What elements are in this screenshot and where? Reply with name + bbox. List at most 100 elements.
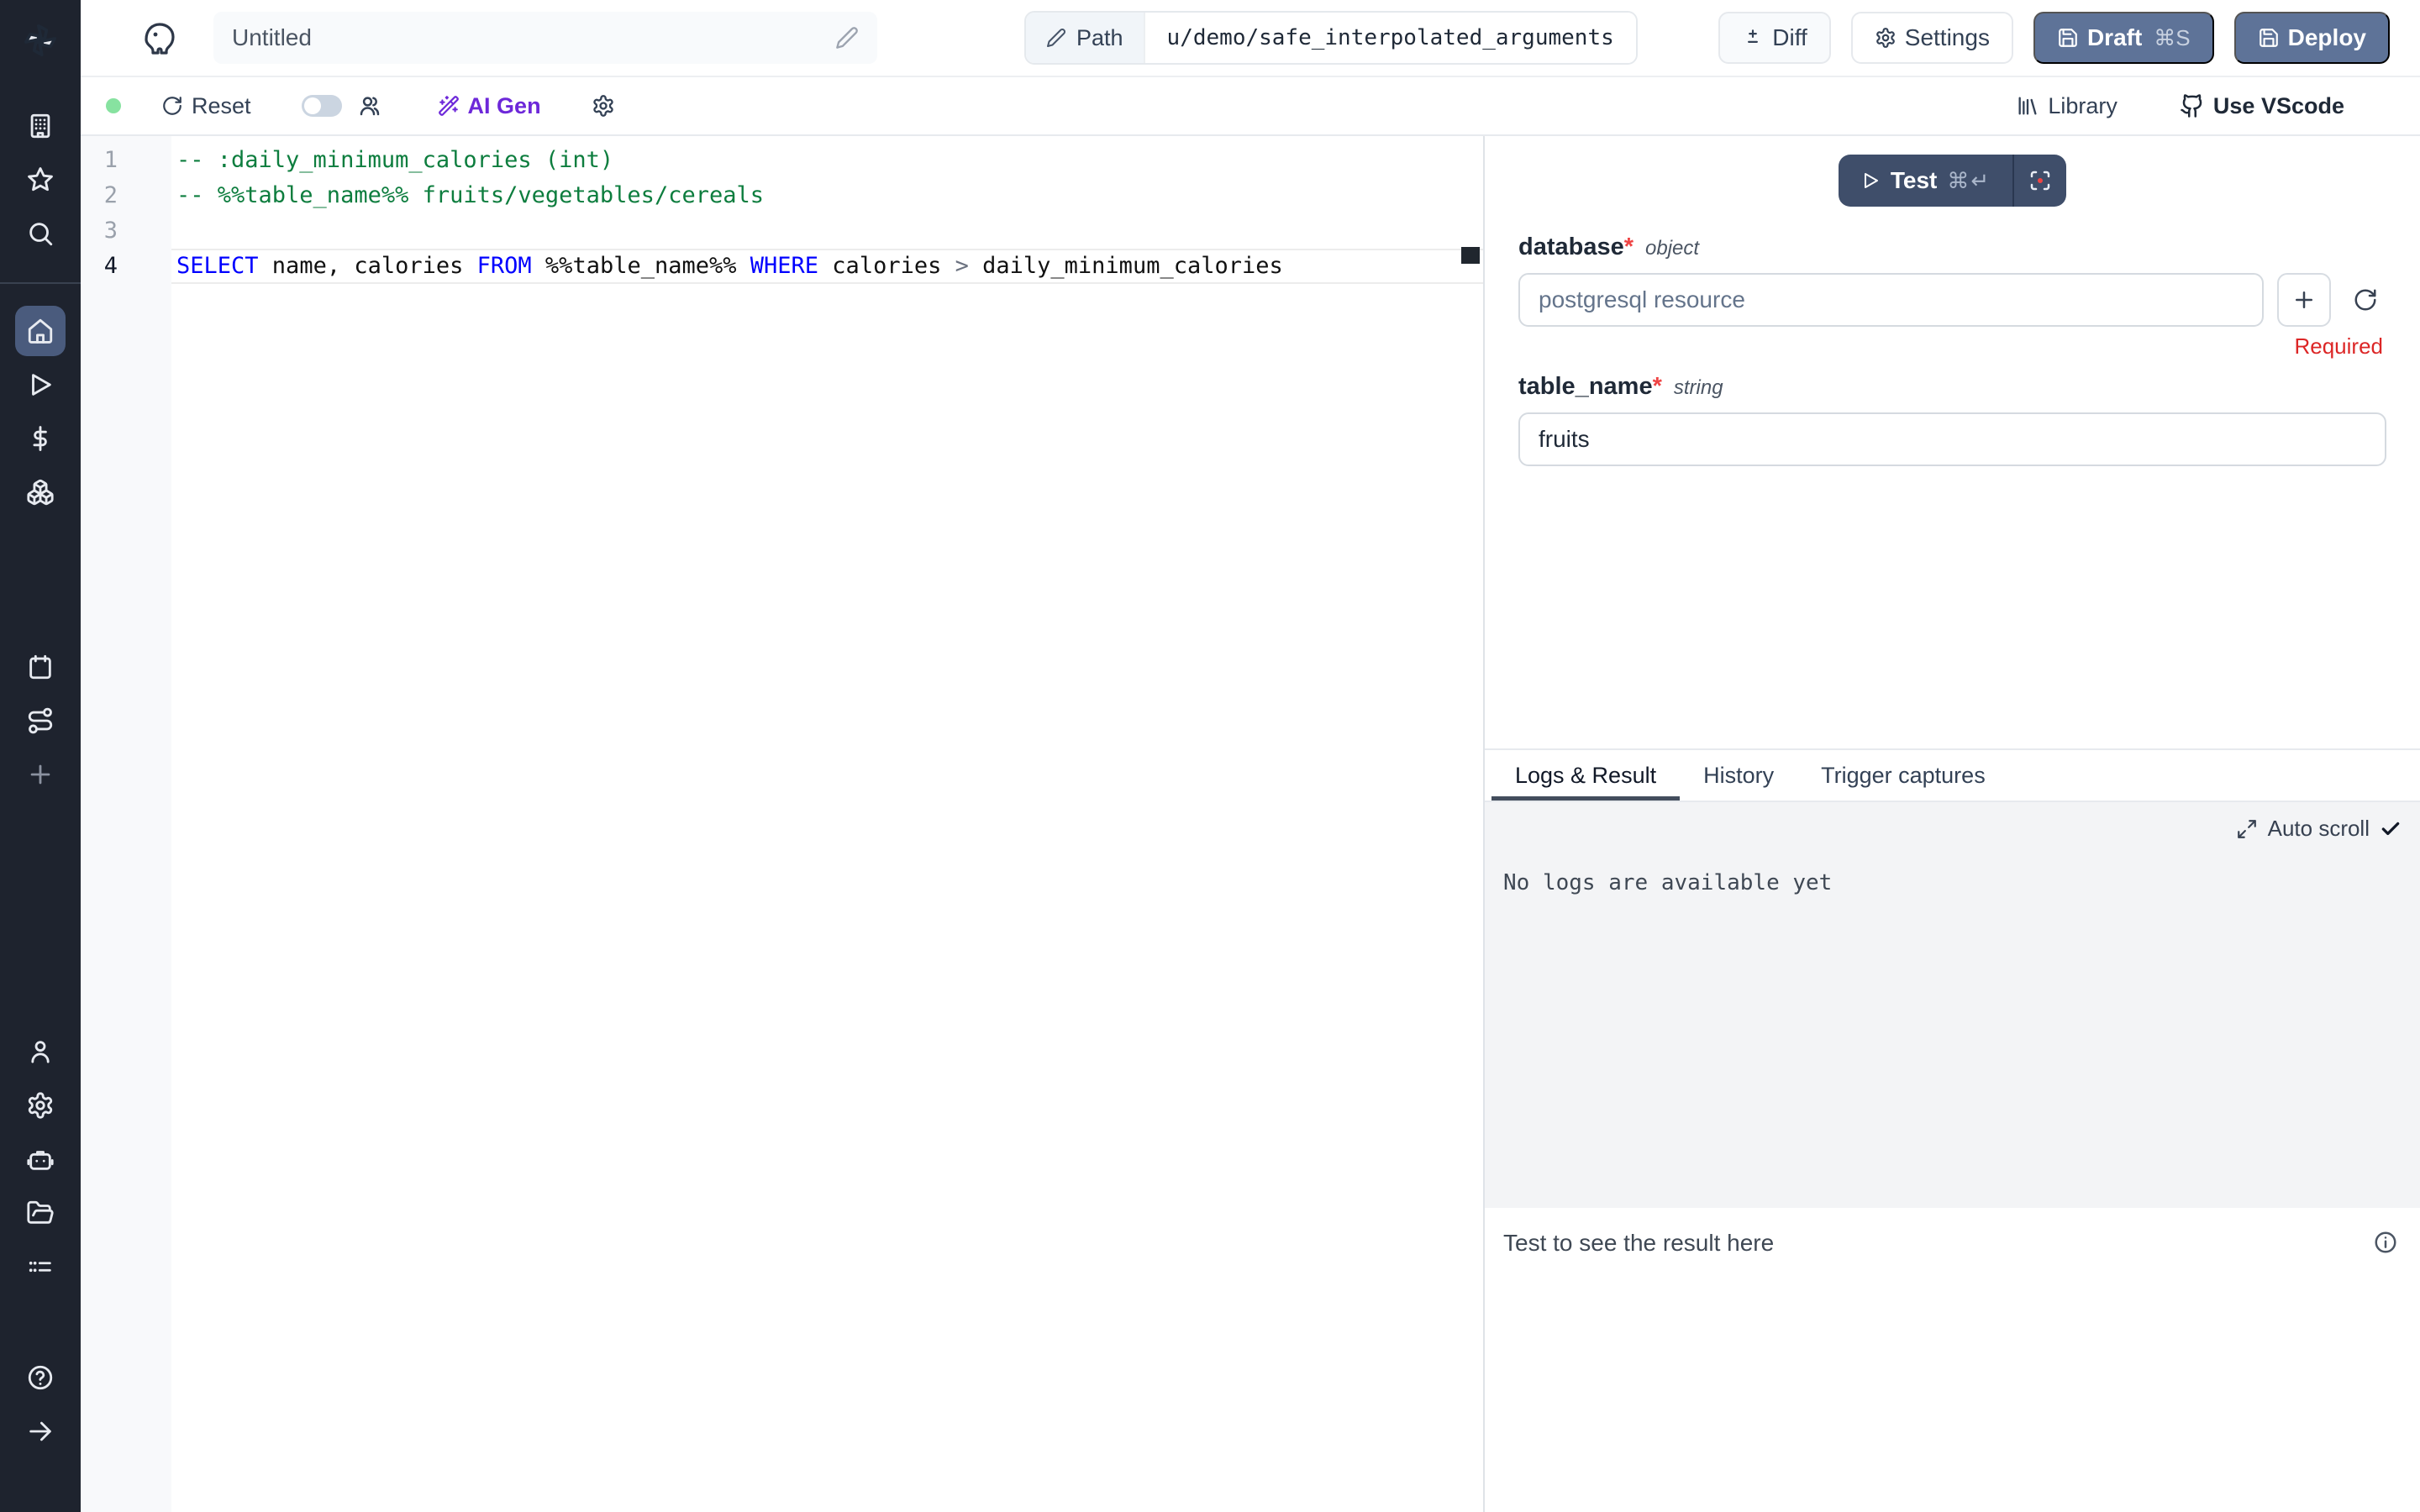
overview-ruler-mark — [1461, 247, 1480, 264]
edit-title-pencil-icon[interactable] — [835, 26, 859, 50]
plus-icon[interactable] — [15, 749, 66, 800]
capture-button[interactable] — [2014, 155, 2066, 207]
database-field-label: database* — [1518, 234, 1634, 261]
arguments-form: database* object R — [1485, 220, 2420, 466]
building-icon[interactable] — [15, 101, 66, 151]
draft-shortcut: ⌘S — [2154, 25, 2190, 51]
sidebar-divider — [0, 282, 81, 284]
sql-keyword: WHERE — [750, 253, 818, 279]
collapse-arrow-icon[interactable] — [15, 1406, 66, 1457]
topbar: Untitled Path u/demo/safe_interpolated_a… — [81, 0, 2420, 77]
code-comment: -- :daily_minimum_calories (int) — [176, 147, 613, 173]
calendar-icon[interactable] — [15, 642, 66, 692]
use-vscode-button[interactable]: Use VScode — [2180, 93, 2344, 119]
database-required-error: Required — [1518, 333, 2386, 360]
sql-keyword: FROM — [477, 253, 532, 279]
code-comment: -- %%table_name%% fruits/vegetables/cere… — [176, 182, 764, 208]
expand-logs-icon[interactable] — [2236, 818, 2258, 840]
tab-history[interactable]: History — [1680, 750, 1797, 801]
reset-refresh-icon — [161, 95, 183, 117]
auto-scroll-label: Auto scroll — [2268, 816, 2370, 842]
add-resource-button[interactable] — [2277, 273, 2331, 327]
database-field-type: object — [1645, 237, 1699, 260]
tab-trigger-captures[interactable]: Trigger captures — [1797, 750, 2009, 801]
settings-button[interactable]: Settings — [1851, 12, 2013, 64]
code-editor[interactable]: 1 2 3 4 -- :daily_minimum_calories (int)… — [81, 136, 1483, 1512]
windmill-logo[interactable] — [0, 0, 81, 81]
test-panel: Test ⌘↵ database* object — [1483, 136, 2420, 1512]
ai-gen-label: AI Gen — [468, 93, 541, 119]
status-dot — [106, 98, 121, 113]
home-icon[interactable] — [15, 306, 66, 356]
play-icon — [1860, 171, 1881, 191]
library-icon — [2016, 94, 2039, 118]
left-sidebar — [0, 0, 81, 1512]
script-settings-gear-icon[interactable] — [592, 94, 615, 118]
path-chip[interactable]: Path u/demo/safe_interpolated_arguments — [1024, 11, 1638, 65]
table-name-input[interactable] — [1518, 412, 2386, 466]
wand-sparkles-icon — [438, 95, 460, 117]
script-title: Untitled — [232, 24, 312, 51]
boxes-icon[interactable] — [15, 467, 66, 517]
ai-gen-button[interactable]: AI Gen — [438, 93, 541, 119]
settings-gear-icon — [1875, 27, 1897, 49]
search-icon[interactable] — [15, 208, 66, 259]
sql-keyword: SELECT — [176, 253, 259, 279]
logs-pane: Auto scroll No logs are available yet — [1485, 802, 2420, 1208]
code-current-line: SELECT name, calories FROM %%table_name%… — [171, 249, 1483, 284]
robot-icon[interactable] — [15, 1134, 66, 1184]
app-root: Untitled Path u/demo/safe_interpolated_a… — [0, 0, 2420, 1512]
postgresql-icon — [139, 18, 180, 58]
edit-path-pencil-icon — [1046, 28, 1066, 48]
auto-scroll-checkbox[interactable] — [2380, 818, 2402, 840]
result-tabs: Logs & Result History Trigger captures — [1485, 748, 2420, 802]
use-vscode-label: Use VScode — [2213, 93, 2344, 119]
sql-text: daily_minimum_calories — [969, 253, 1283, 279]
tab-logs-result[interactable]: Logs & Result — [1491, 750, 1680, 801]
draft-label: Draft — [2087, 24, 2142, 51]
table-name-field-label: table_name* — [1518, 373, 1662, 401]
assistant-toggle[interactable] — [302, 95, 342, 117]
result-pane: Test to see the result here — [1485, 1208, 2420, 1512]
settings-label: Settings — [1905, 24, 1990, 51]
library-button[interactable]: Library — [2016, 93, 2118, 119]
save-icon — [2258, 27, 2280, 49]
diff-icon — [1742, 27, 1764, 49]
github-icon — [2180, 93, 2205, 118]
star-icon[interactable] — [15, 155, 66, 205]
route-icon[interactable] — [15, 696, 66, 746]
required-asterisk: * — [1624, 234, 1634, 260]
folder-open-icon[interactable] — [15, 1188, 66, 1238]
users-icon[interactable] — [357, 93, 382, 118]
deploy-button[interactable]: Deploy — [2234, 12, 2390, 64]
sql-operator: > — [955, 253, 969, 279]
runs-play-icon[interactable] — [15, 360, 66, 410]
help-icon[interactable] — [15, 1352, 66, 1403]
database-input[interactable] — [1518, 273, 2264, 327]
info-icon[interactable] — [2373, 1230, 2398, 1255]
line-number-current: 4 — [81, 249, 171, 284]
refresh-resources-button[interactable] — [2344, 273, 2386, 327]
dollar-icon[interactable] — [15, 413, 66, 464]
sql-text: %%table_name%% — [532, 253, 750, 279]
code-area[interactable]: -- :daily_minimum_calories (int) -- %%ta… — [171, 136, 1483, 1512]
test-label: Test — [1891, 167, 1938, 194]
deploy-label: Deploy — [2288, 24, 2366, 51]
save-icon — [2057, 27, 2079, 49]
required-asterisk: * — [1653, 373, 1662, 400]
user-icon[interactable] — [15, 1026, 66, 1077]
table-name-field-type: string — [1674, 376, 1723, 400]
path-value: u/demo/safe_interpolated_arguments — [1144, 13, 1636, 63]
logs-empty-message: No logs are available yet — [1503, 870, 2402, 895]
list-icon[interactable] — [15, 1242, 66, 1292]
draft-button[interactable]: Draft ⌘S — [2033, 12, 2214, 64]
test-shortcut: ⌘↵ — [1947, 168, 1991, 194]
path-label: Path — [1076, 25, 1123, 51]
editor-toolbar: Reset AI Gen Library — [81, 77, 2420, 136]
reset-button[interactable]: Reset — [161, 93, 251, 119]
diff-button[interactable]: Diff — [1718, 12, 1831, 64]
test-button[interactable]: Test ⌘↵ — [1839, 155, 2012, 207]
script-title-input[interactable]: Untitled — [213, 12, 877, 64]
gear-icon[interactable] — [15, 1080, 66, 1131]
line-number-gutter: 1 2 3 4 — [81, 136, 171, 1512]
